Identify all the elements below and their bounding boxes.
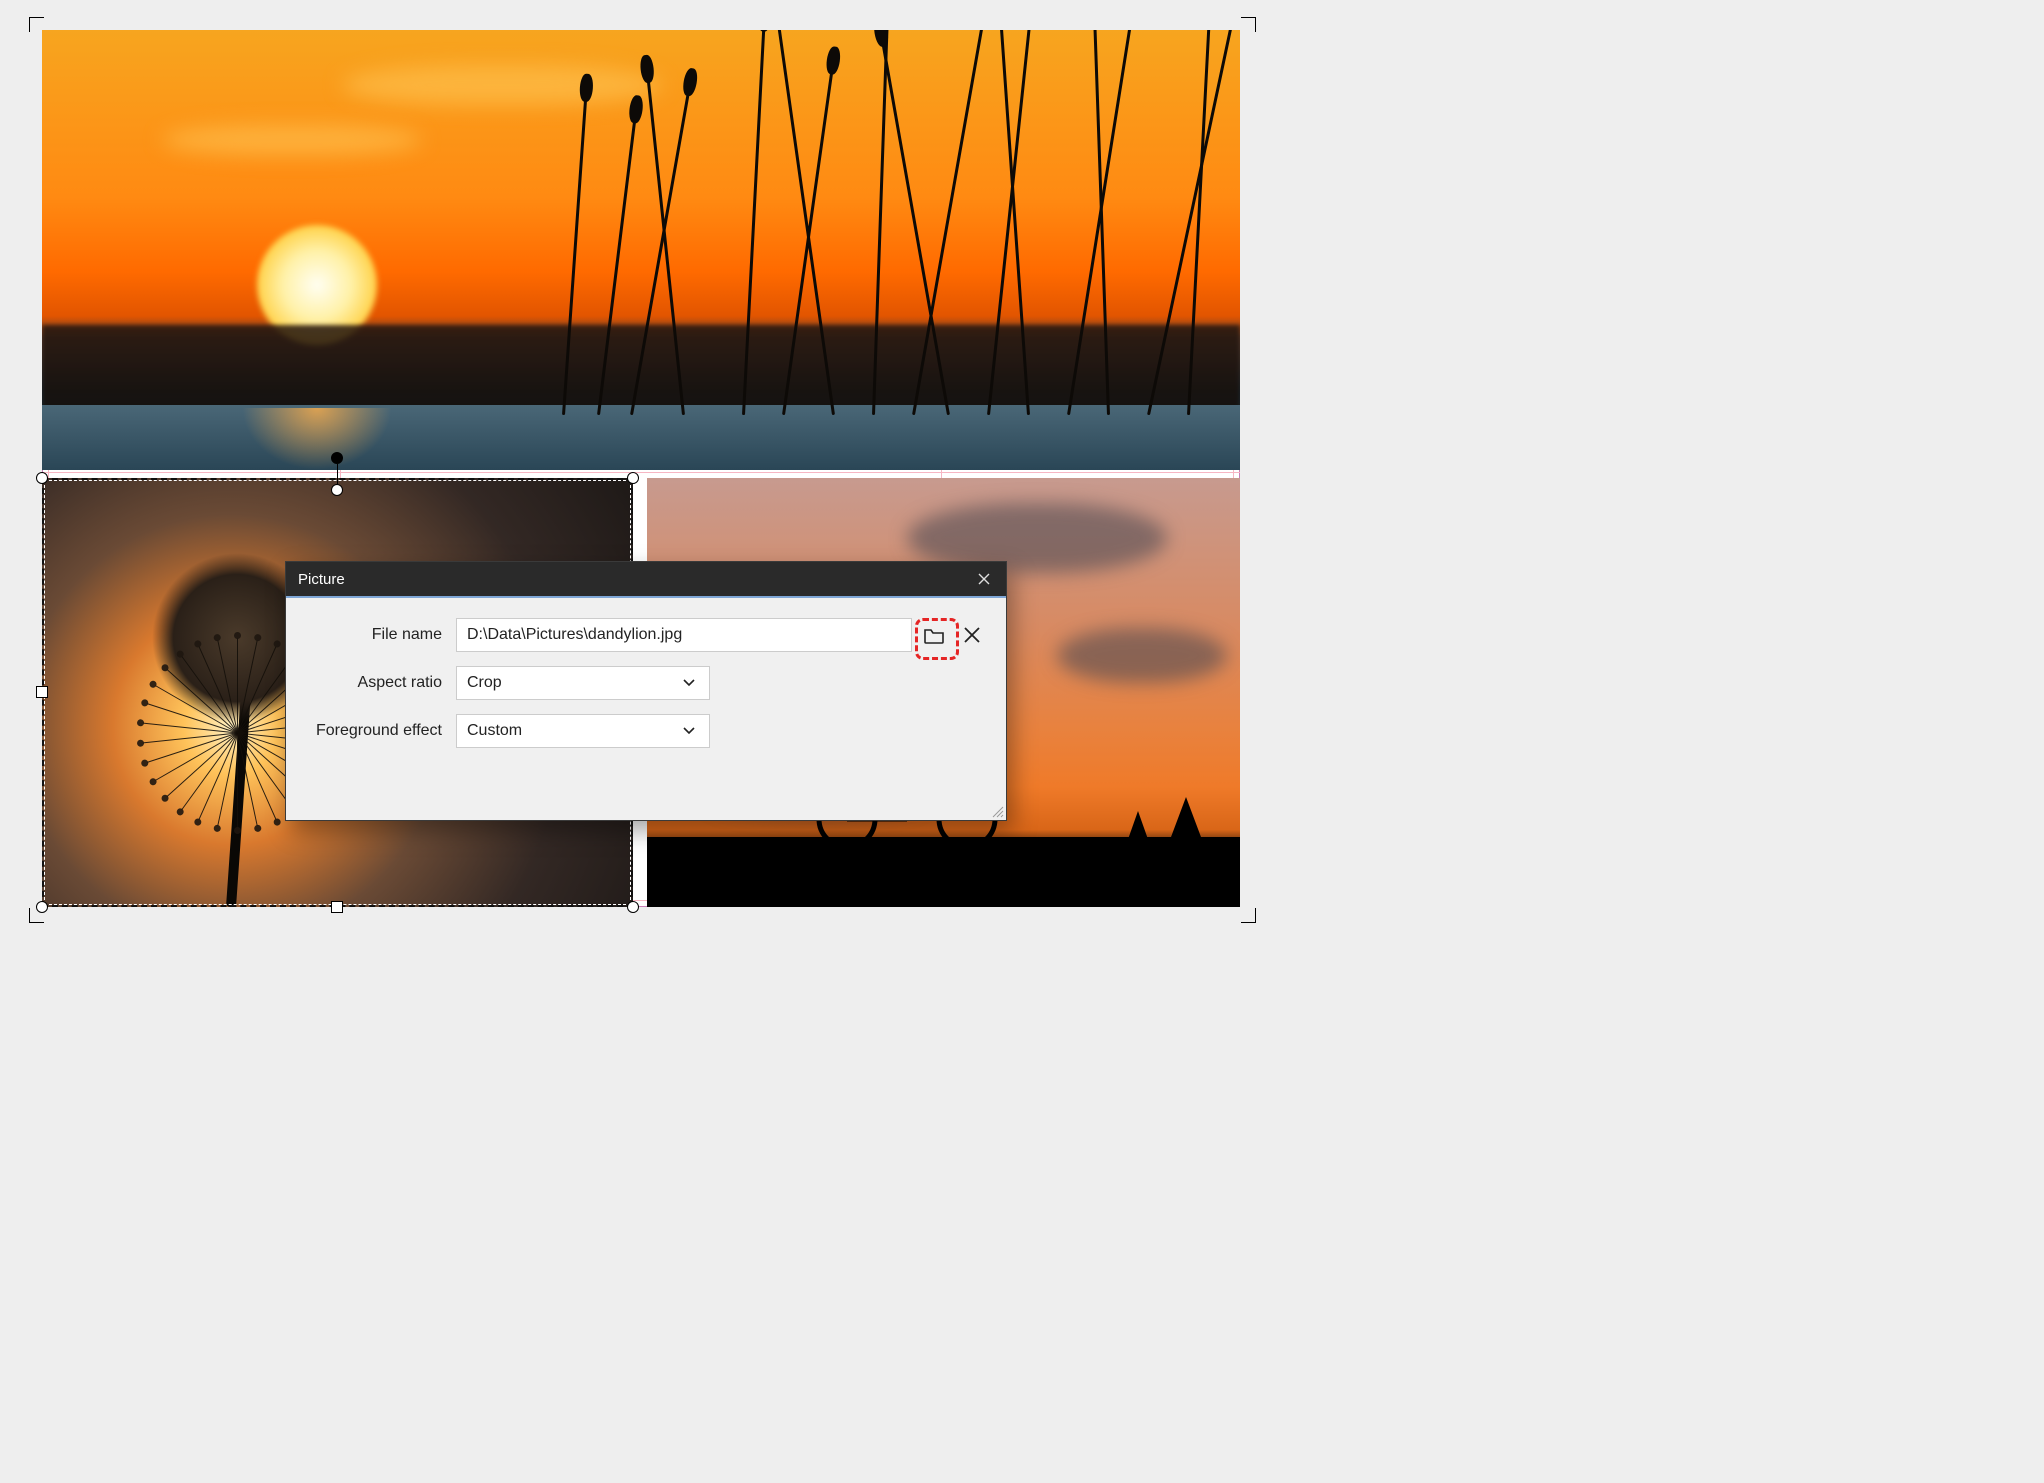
- chevron-down-icon: [683, 674, 695, 692]
- crop-mark: [1241, 908, 1256, 923]
- file-name-input[interactable]: [456, 618, 912, 652]
- rotation-handle[interactable]: [331, 452, 343, 464]
- dialog-titlebar[interactable]: Picture: [286, 562, 1006, 596]
- resize-handle-n[interactable]: [331, 484, 343, 496]
- foreground-effect-label: Foreground effect: [286, 722, 456, 740]
- chevron-down-icon: [683, 722, 695, 740]
- resize-handle-ne[interactable]: [627, 472, 639, 484]
- dialog-resize-grip[interactable]: [990, 804, 1004, 818]
- resize-handle-se[interactable]: [627, 901, 639, 913]
- aspect-ratio-label: Aspect ratio: [286, 674, 456, 692]
- resize-handle-sw[interactable]: [36, 901, 48, 913]
- foreground-effect-select[interactable]: Custom: [456, 714, 710, 748]
- close-icon[interactable]: [974, 569, 994, 589]
- picture-dialog: Picture File name Aspect: [285, 561, 1007, 821]
- aspect-ratio-select[interactable]: Crop: [456, 666, 710, 700]
- foreground-effect-value: Custom: [467, 722, 522, 740]
- resize-handle-w[interactable]: [36, 686, 48, 698]
- rotation-stem: [337, 464, 338, 484]
- dialog-title: Picture: [298, 571, 345, 588]
- browse-folder-button[interactable]: [918, 619, 950, 651]
- aspect-ratio-value: Crop: [467, 674, 502, 692]
- layout-canvas[interactable]: Picture File name Aspect: [0, 0, 2044, 1483]
- crop-mark: [1241, 17, 1256, 32]
- resize-handle-s[interactable]: [331, 901, 343, 913]
- clear-file-button[interactable]: [956, 619, 988, 651]
- file-name-label: File name: [286, 626, 456, 644]
- image-sunset-reeds[interactable]: [42, 30, 1240, 470]
- resize-handle-nw[interactable]: [36, 472, 48, 484]
